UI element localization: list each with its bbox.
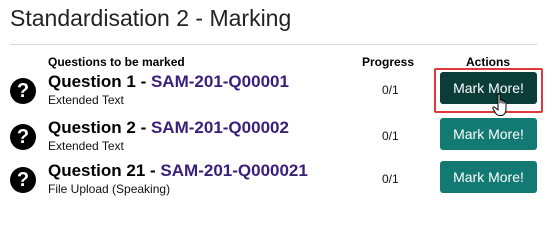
help-icon: ? — [10, 167, 36, 193]
question-code: SAM-201-Q00002 — [150, 118, 289, 137]
question-label: Question 21 - — [48, 161, 161, 180]
hand-pointer-icon — [492, 93, 507, 116]
table-row: ? Question 21 - SAM-201-Q000021 File Upl… — [0, 161, 545, 209]
question-code: SAM-201-Q000021 — [160, 161, 308, 180]
progress-value: 0/1 — [382, 83, 399, 97]
table-row: ? Question 1 - SAM-201-Q00001 Extended T… — [0, 72, 545, 120]
title-divider — [10, 44, 537, 45]
mark-more-button[interactable]: Mark More! — [440, 118, 537, 150]
question-type: File Upload (Speaking) — [48, 182, 171, 196]
question-title: Question 2 - SAM-201-Q00002 — [48, 118, 289, 138]
progress-value: 0/1 — [382, 172, 399, 186]
question-title: Question 1 - SAM-201-Q00001 — [48, 72, 289, 92]
page-title: Standardisation 2 - Marking — [10, 5, 292, 31]
question-label: Question 2 - — [48, 118, 151, 137]
help-icon: ? — [10, 124, 36, 150]
help-icon: ? — [10, 78, 36, 104]
mark-more-button[interactable]: Mark More! — [440, 72, 537, 104]
question-title: Question 21 - SAM-201-Q000021 — [48, 161, 308, 181]
table-row: ? Question 2 - SAM-201-Q00002 Extended T… — [0, 118, 545, 166]
question-type: Extended Text — [48, 93, 124, 107]
question-label: Question 1 - — [48, 72, 151, 91]
questions-column-header: Questions to be marked — [48, 55, 185, 69]
progress-column-header: Progress — [362, 55, 415, 69]
question-code: SAM-201-Q00001 — [150, 72, 289, 91]
question-type: Extended Text — [48, 139, 124, 153]
actions-column-header: Actions — [466, 55, 511, 69]
progress-value: 0/1 — [382, 129, 399, 143]
mark-more-button[interactable]: Mark More! — [440, 161, 537, 193]
